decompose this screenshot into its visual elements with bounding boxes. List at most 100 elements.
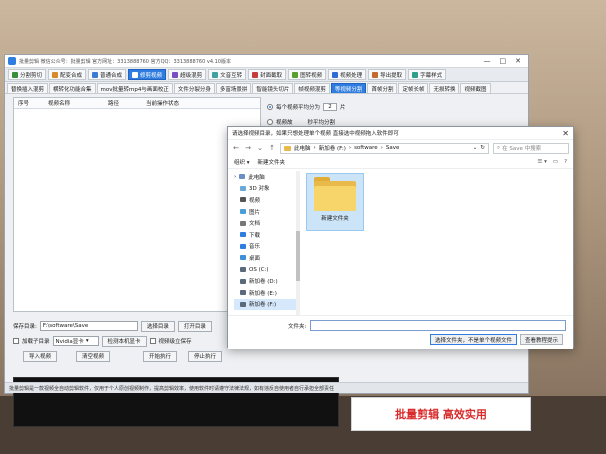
dialog-close-icon[interactable]: ✕ bbox=[562, 129, 569, 138]
subtab-frame-mix[interactable]: 帧视频混剪 bbox=[294, 83, 330, 93]
promo-banner: 批量剪辑 高效实用 bbox=[351, 397, 531, 431]
subtab-file-split[interactable]: 文件分裂分身 bbox=[173, 83, 215, 93]
start-button[interactable]: 开始执行 bbox=[143, 350, 178, 362]
nav-item-pictures[interactable]: 图片 bbox=[234, 206, 298, 218]
dialog-title: 请选择视频目录，如果只想处理单个视频 直接选中视频拖入软件即可 bbox=[232, 131, 399, 137]
filename-label: 文件夹: bbox=[288, 323, 307, 330]
details-pane-icon[interactable]: ▭ bbox=[553, 159, 558, 165]
forward-arrow-icon[interactable]: → bbox=[244, 144, 252, 152]
process-icon bbox=[332, 71, 339, 78]
merge-icon bbox=[52, 71, 59, 78]
radio-split-seconds[interactable] bbox=[267, 118, 273, 125]
subtab-mov-to-mp4[interactable]: mov批量转mp4与画面校正 bbox=[96, 83, 173, 93]
window-controls: — □ ✕ bbox=[484, 57, 526, 65]
subtitle-icon bbox=[412, 71, 419, 78]
new-folder-button[interactable]: 新建文件夹 bbox=[258, 158, 286, 166]
app-title: 批量剪辑 微信公众号：批量剪辑 官方网址：3313888760 官方QQ：331… bbox=[19, 58, 231, 65]
minimize-button[interactable]: — bbox=[484, 57, 491, 65]
nav-item-documents[interactable]: 文档 bbox=[234, 217, 298, 229]
detect-gpu-button[interactable]: 检测本机显卡 bbox=[101, 335, 147, 347]
toolbar-item-mix-merge[interactable]: 配变合成 bbox=[48, 69, 87, 80]
nav-item-drive-e[interactable]: 新加卷 (E:) bbox=[234, 287, 298, 299]
document-icon bbox=[240, 220, 246, 226]
nav-item-this-pc[interactable]: › 此电脑 bbox=[234, 171, 298, 183]
navigation-pane: › 此电脑 3D 对象 视频 图片 文档 下载 音乐 桌面 OS (C:) 新加卷… bbox=[234, 171, 298, 315]
toolbar-item-trim-video[interactable]: 修剪视频 bbox=[128, 69, 167, 80]
toolbar-item-video-process[interactable]: 视频处理 bbox=[328, 69, 367, 80]
subtab-orientation[interactable]: 横转化功能合集 bbox=[49, 83, 96, 93]
organize-button[interactable]: 组织 ▾ bbox=[234, 158, 250, 166]
view-options-icon[interactable]: ☰ ▾ bbox=[537, 159, 546, 165]
subtab-replace-insert[interactable]: 替换插入混剪 bbox=[7, 83, 49, 93]
table-header: 序号 视频名称 路径 当前操作状态 bbox=[14, 98, 260, 109]
drive-icon bbox=[240, 278, 246, 284]
nav-item-downloads[interactable]: 下载 bbox=[234, 229, 298, 241]
split-count-input[interactable]: 2 bbox=[323, 102, 338, 111]
address-bar[interactable]: 此电脑 › 新加卷 (F:) › software › Save ⌄ ↻ bbox=[280, 142, 489, 154]
text-audio-icon bbox=[212, 71, 219, 78]
subtab-fixed-frame[interactable]: 定帧长帧 bbox=[398, 83, 429, 93]
toolbar-item-super-mix[interactable]: 超级混剪 bbox=[168, 69, 207, 80]
command-bar: 组织 ▾ 新建文件夹 ☰ ▾ ▭ ? bbox=[228, 156, 573, 169]
breadcrumb-pc[interactable]: 此电脑 bbox=[294, 144, 311, 152]
toolbar-item-export-extract[interactable]: 导出提取 bbox=[368, 69, 407, 80]
nav-item-videos[interactable]: 视频 bbox=[234, 194, 298, 206]
image-icon bbox=[292, 71, 299, 78]
save-dir-label: 保存目录: bbox=[13, 324, 37, 330]
export-icon bbox=[372, 71, 379, 78]
address-dropdown-icon[interactable]: ⌄ bbox=[473, 145, 478, 151]
toolbar-item-cover-capture[interactable]: 封面截取 bbox=[248, 69, 287, 80]
toolbar-item-subtitle-style[interactable]: 字幕样式 bbox=[408, 69, 447, 80]
filename-row: 文件夹: bbox=[288, 320, 567, 331]
nav-item-music[interactable]: 音乐 bbox=[234, 241, 298, 253]
folder-content-area[interactable]: 新建文件夹 bbox=[304, 171, 570, 315]
choose-dir-button[interactable]: 选择目录 bbox=[140, 320, 175, 332]
breadcrumb-save[interactable]: Save bbox=[386, 145, 400, 151]
toolbar-item-normal-merge[interactable]: 普通合成 bbox=[88, 69, 127, 80]
subtab-multi-scene[interactable]: 多富场景拼 bbox=[215, 83, 252, 93]
toolbar-item-image-to-video[interactable]: 图转视频 bbox=[288, 69, 327, 80]
nav-item-drive-c[interactable]: OS (C:) bbox=[234, 264, 298, 276]
toolbar-item-text-audio[interactable]: 文音互转 bbox=[208, 69, 247, 80]
radio-split-count[interactable] bbox=[267, 103, 273, 110]
breadcrumb-drive[interactable]: 新加卷 (F:) bbox=[319, 144, 346, 152]
subtab-smart-slice[interactable]: 智能镜头切片 bbox=[252, 83, 294, 93]
drive-icon bbox=[240, 267, 246, 273]
nav-scroll-thumb[interactable] bbox=[296, 231, 300, 281]
up-arrow-icon[interactable]: ↑ bbox=[268, 144, 276, 152]
nav-item-drive-d[interactable]: 新加卷 (D:) bbox=[234, 275, 298, 287]
video-table[interactable]: 序号 视频名称 路径 当前操作状态 bbox=[13, 97, 261, 312]
search-box[interactable]: ⌕ 在 Save 中搜索 bbox=[493, 142, 569, 154]
nav-item-desktop[interactable]: 桌面 bbox=[234, 252, 298, 264]
nav-item-3d-objects[interactable]: 3D 对象 bbox=[234, 183, 298, 195]
recent-chevron-icon[interactable]: ⌄ bbox=[256, 144, 264, 152]
stop-button[interactable]: 停止执行 bbox=[188, 350, 223, 362]
help-icon[interactable]: ? bbox=[564, 159, 567, 165]
folder-item-new-folder[interactable]: 新建文件夹 bbox=[310, 177, 360, 222]
select-folder-button[interactable]: 选择文件夹，不是单个视频文件 bbox=[429, 334, 517, 345]
gpu-select[interactable]: Nvidia显卡 ▾ bbox=[52, 336, 99, 346]
tutorial-button[interactable]: 查看教程提示 bbox=[519, 334, 563, 345]
subtab-screenshot[interactable]: 视频截图 bbox=[460, 83, 491, 93]
column-name: 视频名称 bbox=[48, 101, 71, 107]
toolbar-item-split-cut[interactable]: 分割剪切 bbox=[8, 69, 47, 80]
subtab-equal-split[interactable]: 等视频分割 bbox=[330, 83, 367, 93]
clear-video-button[interactable]: 清空视频 bbox=[76, 350, 111, 362]
import-video-button[interactable]: 导入视频 bbox=[23, 350, 58, 362]
open-dir-button[interactable]: 打开目录 bbox=[177, 320, 212, 332]
filename-input[interactable] bbox=[310, 320, 567, 331]
maximize-button[interactable]: □ bbox=[500, 57, 507, 65]
save-dir-input[interactable]: F:\software\Save bbox=[39, 321, 138, 331]
add-subdir-checkbox[interactable] bbox=[13, 338, 19, 344]
close-button[interactable]: ✕ bbox=[515, 57, 521, 65]
refresh-icon[interactable]: ↻ bbox=[480, 145, 485, 151]
subtab-first-frame[interactable]: 首帧分割 bbox=[367, 83, 398, 93]
subtab-lossless[interactable]: 无损转换 bbox=[429, 83, 460, 93]
nav-item-drive-f[interactable]: 新加卷 (F:) bbox=[234, 298, 298, 311]
nav-scrollbar[interactable] bbox=[296, 171, 300, 315]
pc-icon bbox=[239, 174, 246, 180]
back-arrow-icon[interactable]: ← bbox=[232, 144, 240, 152]
option-split-count[interactable]: 每个视频平均分为 2 片 bbox=[267, 101, 525, 112]
breadcrumb-software[interactable]: software bbox=[354, 145, 378, 151]
keep-video-checkbox[interactable] bbox=[149, 338, 156, 344]
